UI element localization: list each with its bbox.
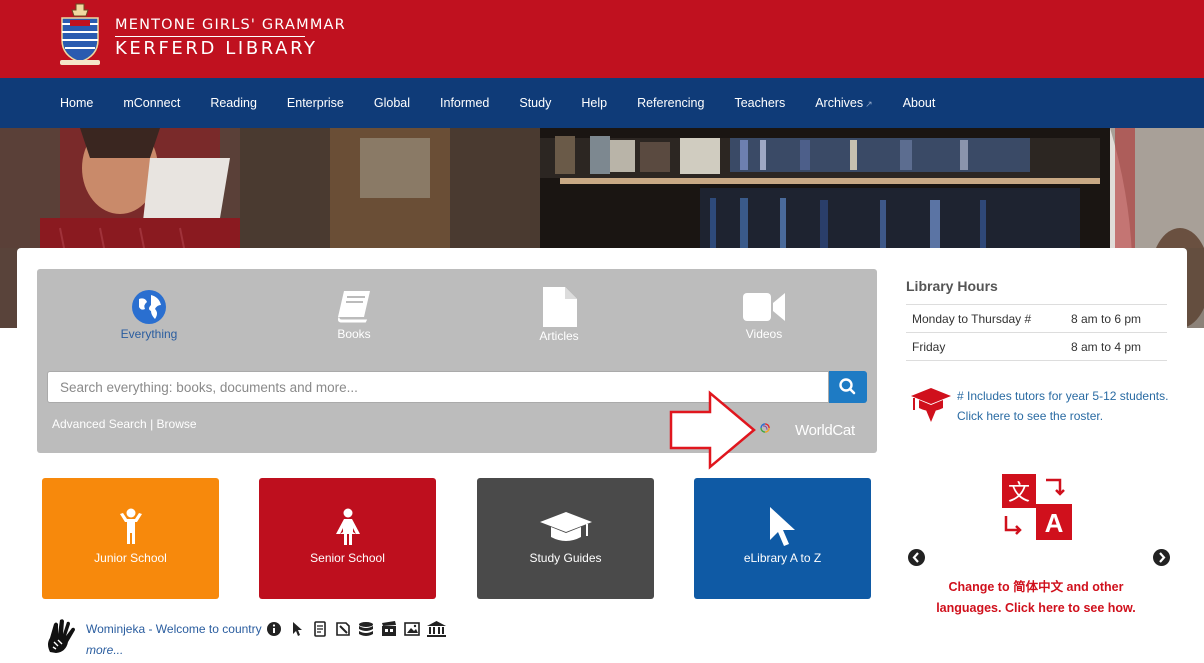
info-icon[interactable] [266, 621, 283, 637]
nav-about[interactable]: About [888, 78, 951, 128]
resource-icons [266, 621, 446, 637]
hours-time: 8 am to 6 pm [1071, 311, 1142, 326]
nav-reading[interactable]: Reading [195, 78, 272, 128]
image-icon[interactable] [404, 621, 421, 637]
search-type-books-label: Books [337, 327, 371, 341]
nav-home-label: Home [60, 96, 94, 110]
search-type-articles[interactable]: Articles [499, 287, 619, 343]
nav-global[interactable]: Global [359, 78, 425, 128]
book-icon [337, 291, 370, 324]
video-camera-icon [743, 293, 785, 321]
nav-reading-label: Reading [210, 96, 257, 110]
search-type-videos-label: Videos [745, 327, 783, 341]
nav-enterprise[interactable]: Enterprise [272, 78, 359, 128]
red-arrow-icon [669, 390, 756, 470]
tile-study-guides[interactable]: Study Guides [477, 478, 654, 599]
ebook-icon[interactable] [312, 621, 329, 637]
hours-day: Monday to Thursday # [912, 311, 1032, 326]
search-links: Advanced Search | Browse [52, 417, 197, 431]
tile-elibrary-label: eLibrary A to Z [743, 551, 822, 565]
school-crest-logo[interactable] [58, 2, 102, 66]
tile-senior-school-label: Senior School [310, 551, 385, 565]
library-hours-title: Library Hours [906, 278, 998, 294]
carousel-prev-button[interactable] [908, 549, 925, 566]
nav-mconnect[interactable]: mConnect [108, 78, 195, 128]
more-link[interactable]: more... [86, 643, 123, 657]
library-hours-table: Monday to Thursday # 8 am to 6 pm Friday… [906, 304, 1167, 361]
nav-teachers-label: Teachers [734, 96, 786, 110]
welcome-to-country-link[interactable]: Wominjeka - Welcome to country [86, 622, 262, 636]
library-name: KERFERD LIBRARY [115, 38, 318, 59]
worldcat-logo-icon[interactable] [760, 413, 794, 443]
hours-row: Friday 8 am to 4 pm [906, 333, 1167, 361]
search-type-articles-label: Articles [539, 329, 579, 343]
nav-informed-label: Informed [440, 96, 490, 110]
hours-row: Monday to Thursday # 8 am to 6 pm [906, 305, 1167, 333]
film-icon[interactable] [381, 621, 398, 637]
search-button[interactable] [829, 371, 867, 403]
female-icon [335, 508, 360, 545]
hand-icon [48, 619, 75, 653]
nav-enterprise-label: Enterprise [286, 96, 344, 110]
nav-referencing-label: Referencing [637, 96, 705, 110]
nav-informed[interactable]: Informed [425, 78, 504, 128]
external-link-icon: ↗ [865, 98, 873, 109]
tile-junior-school-label: Junior School [94, 551, 167, 565]
nav-archives[interactable]: Archives ↗ [800, 78, 887, 129]
newspaper-icon[interactable] [335, 621, 352, 637]
nav-help-label: Help [581, 96, 608, 110]
advanced-search-link[interactable]: Advanced Search [52, 417, 147, 431]
nav-teachers[interactable]: Teachers [719, 78, 800, 128]
database-icon[interactable] [358, 621, 375, 637]
graduation-cap-icon [539, 512, 592, 541]
search-type-everything-label: Everything [120, 327, 178, 341]
pointer-icon[interactable] [289, 621, 306, 637]
svg-text:文: 文 [1008, 481, 1030, 506]
site-header: MENTONE GIRLS' GRAMMAR KERFERD LIBRARY [0, 0, 1204, 78]
child-icon [119, 508, 142, 544]
worldcat-label: WorldCat [795, 422, 855, 439]
carousel-next-button[interactable] [1153, 549, 1170, 566]
nav-about-label: About [902, 96, 936, 110]
school-name: MENTONE GIRLS' GRAMMAR [115, 17, 346, 33]
tile-junior-school[interactable]: Junior School [42, 478, 219, 599]
main-navigation: Home mConnect Reading Enterprise Global … [0, 78, 1204, 128]
nav-study-label: Study [519, 96, 552, 110]
chevron-right-icon [1159, 552, 1166, 563]
nav-home[interactable]: Home [45, 78, 108, 128]
tile-senior-school[interactable]: Senior School [259, 478, 436, 599]
tutor-graduation-cap-icon[interactable] [910, 386, 952, 424]
browse-link[interactable]: Browse [157, 417, 197, 431]
hours-day: Friday [912, 339, 946, 354]
change-language-link[interactable]: Change to 简体中文 and other languages. Clic… [928, 577, 1144, 619]
cursor-icon [769, 507, 795, 546]
file-icon [543, 287, 577, 327]
nav-global-label: Global [373, 96, 411, 110]
nav-archives-label: Archives [815, 95, 864, 110]
chevron-left-icon [912, 552, 919, 563]
svg-text:A: A [1045, 508, 1064, 538]
nav-study[interactable]: Study [504, 78, 566, 128]
search-type-books[interactable]: Books [294, 289, 414, 341]
search-icon [839, 378, 856, 395]
nav-mconnect-label: mConnect [123, 96, 181, 110]
translate-icon[interactable]: 文 A [1002, 474, 1074, 542]
search-type-videos[interactable]: Videos [704, 289, 824, 341]
hours-time: 8 am to 4 pm [1071, 339, 1142, 354]
search-type-everything[interactable]: Everything [89, 289, 209, 341]
nav-help[interactable]: Help [566, 78, 622, 128]
museum-icon[interactable] [427, 621, 446, 637]
header-rule [115, 36, 305, 37]
nav-referencing[interactable]: Referencing [622, 78, 719, 128]
tile-elibrary[interactable]: eLibrary A to Z [694, 478, 871, 599]
tile-study-guides-label: Study Guides [529, 551, 602, 565]
globe-icon [132, 290, 166, 324]
search-links-separator: | [146, 417, 157, 431]
tutor-roster-link[interactable]: # Includes tutors for year 5-12 students… [957, 386, 1177, 426]
